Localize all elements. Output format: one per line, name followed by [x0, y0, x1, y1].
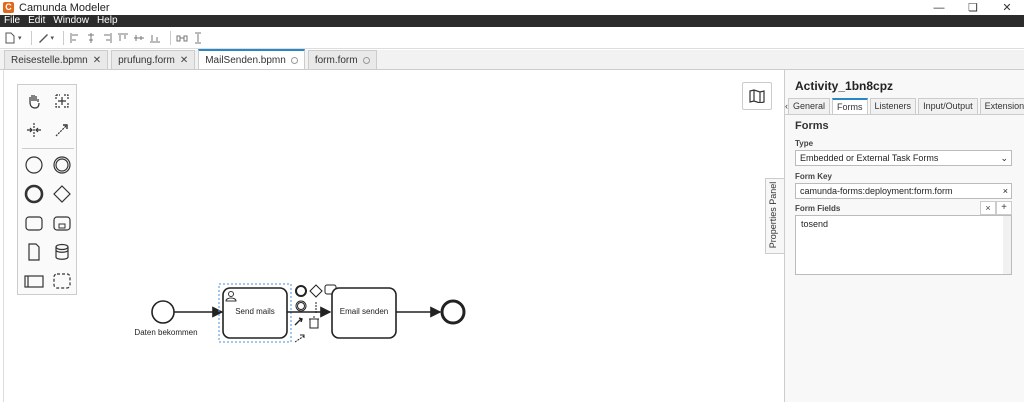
menu-bar: File Edit Window Help	[0, 15, 1024, 27]
form-type-select[interactable]: Embedded or External Task Forms ⌄	[795, 150, 1012, 166]
clear-icon[interactable]: ×	[1003, 184, 1008, 198]
bpmn-canvas[interactable]: Daten bekommen Send mails Email senden	[0, 70, 784, 402]
chevron-down-icon: ▾	[18, 34, 22, 42]
align-center-button[interactable]	[85, 29, 97, 47]
tab-label: MailSenden.bpmn	[205, 54, 286, 66]
tab-bar: Reisestelle.bpmn ✕ prufung.form ✕ MailSe…	[0, 49, 1024, 70]
window-title: Camunda Modeler	[19, 1, 110, 14]
task-email-senden-label: Email senden	[339, 307, 389, 316]
toolbar-separator	[170, 30, 172, 45]
form-fields-list[interactable]: tosend	[795, 215, 1012, 275]
color-button[interactable]: ▾	[37, 29, 55, 47]
menu-file[interactable]: File	[0, 15, 24, 27]
form-fields-label: Form Fields	[795, 204, 841, 213]
distribute-horizontal-icon	[176, 35, 188, 41]
tab-prufung[interactable]: prufung.form ✕	[111, 50, 196, 69]
tab-input-output[interactable]: Input/Output	[918, 98, 978, 114]
toolbar: ▾ ▾	[0, 27, 1024, 49]
paint-brush-icon	[38, 33, 48, 43]
minimize-button[interactable]: —	[922, 0, 956, 15]
form-key-value: camunda-forms:deployment:form.form	[800, 186, 953, 196]
wrench-icon[interactable]	[294, 317, 303, 326]
distribute-vertical-icon	[195, 32, 202, 43]
element-id-title: Activity_1bn8cpz	[795, 79, 894, 93]
close-icon[interactable]: ✕	[180, 55, 188, 66]
properties-panel: Activity_1bn8cpz ‹ General Forms Listene…	[784, 70, 1024, 402]
list-item[interactable]: tosend	[801, 219, 828, 229]
align-middle-button[interactable]	[133, 29, 145, 47]
tab-forms[interactable]: Forms	[832, 98, 868, 114]
chevron-down-icon: ▾	[50, 34, 55, 42]
tab-listeners[interactable]: Listeners	[869, 98, 917, 114]
new-file-icon	[5, 32, 15, 43]
form-key-field[interactable]: camunda-forms:deployment:form.form ×	[795, 183, 1012, 199]
align-top-button[interactable]	[117, 29, 129, 47]
form-fields-header: Form Fields × +	[795, 201, 1012, 215]
chevron-down-icon: ⌄	[1000, 153, 1008, 163]
distribute-vertical-button[interactable]	[192, 29, 204, 47]
align-center-icon	[88, 32, 95, 43]
align-top-icon	[118, 33, 129, 41]
trash-icon[interactable]	[309, 316, 319, 329]
remove-field-button[interactable]: ×	[980, 201, 996, 215]
minimap-toggle-button[interactable]	[742, 82, 772, 110]
menu-edit[interactable]: Edit	[24, 15, 49, 27]
section-title: Forms	[795, 120, 829, 132]
tab-form[interactable]: form.form	[307, 50, 377, 69]
tab-general[interactable]: General	[788, 98, 831, 114]
end-event[interactable]	[440, 299, 466, 325]
tab-mailsenden[interactable]: MailSenden.bpmn	[198, 49, 305, 69]
start-event-label: Daten bekommen	[134, 328, 198, 337]
window-controls: — ❏ ✕	[922, 0, 1024, 15]
unsaved-dot-icon[interactable]	[362, 56, 370, 64]
align-right-button[interactable]	[101, 29, 113, 47]
bpmn-diagram	[151, 283, 466, 343]
properties-panel-toggle[interactable]: Properties Panel	[765, 178, 785, 254]
add-field-button[interactable]: +	[996, 201, 1012, 215]
unsaved-dot-icon[interactable]	[290, 56, 298, 64]
append-gateway-icon[interactable]	[309, 284, 323, 298]
properties-panel-toggle-label: Properties Panel	[768, 181, 778, 249]
task-send-mails-label: Send mails	[235, 307, 275, 316]
tab-label: form.form	[314, 54, 358, 66]
map-icon	[749, 89, 765, 103]
tab-label: prufung.form	[118, 54, 175, 66]
align-bottom-button[interactable]	[149, 29, 161, 47]
align-left-icon	[70, 32, 79, 43]
menu-help[interactable]: Help	[93, 15, 122, 27]
tab-reisestelle[interactable]: Reisestelle.bpmn ✕	[4, 50, 109, 69]
menu-window[interactable]: Window	[49, 15, 93, 27]
align-bottom-icon	[150, 34, 161, 42]
close-icon[interactable]: ✕	[93, 55, 101, 66]
form-key-label: Form Key	[795, 172, 832, 181]
camunda-app-icon: C	[3, 2, 14, 13]
scrollbar[interactable]	[1003, 216, 1011, 274]
distribute-horizontal-button[interactable]	[176, 29, 188, 47]
align-left-button[interactable]	[69, 29, 81, 47]
tab-extensions[interactable]: Extensions	[979, 98, 1024, 114]
connect-icon[interactable]	[294, 335, 305, 343]
start-event[interactable]	[151, 300, 175, 324]
append-end-event-icon[interactable]	[295, 285, 307, 297]
type-label: Type	[795, 139, 814, 148]
align-middle-icon	[134, 34, 145, 41]
close-window-button[interactable]: ✕	[990, 0, 1024, 15]
align-right-icon	[104, 32, 112, 43]
toolbar-separator	[63, 30, 65, 45]
properties-tabs: ‹ General Forms Listeners Input/Output E…	[785, 98, 1024, 115]
toolbar-separator	[30, 30, 32, 45]
new-file-button[interactable]: ▾	[4, 29, 22, 47]
title-bar: C Camunda Modeler — ❏ ✕	[0, 0, 1024, 15]
tab-label: Reisestelle.bpmn	[11, 54, 88, 66]
maximize-button[interactable]: ❏	[956, 0, 990, 15]
form-type-value: Embedded or External Task Forms	[800, 153, 939, 163]
